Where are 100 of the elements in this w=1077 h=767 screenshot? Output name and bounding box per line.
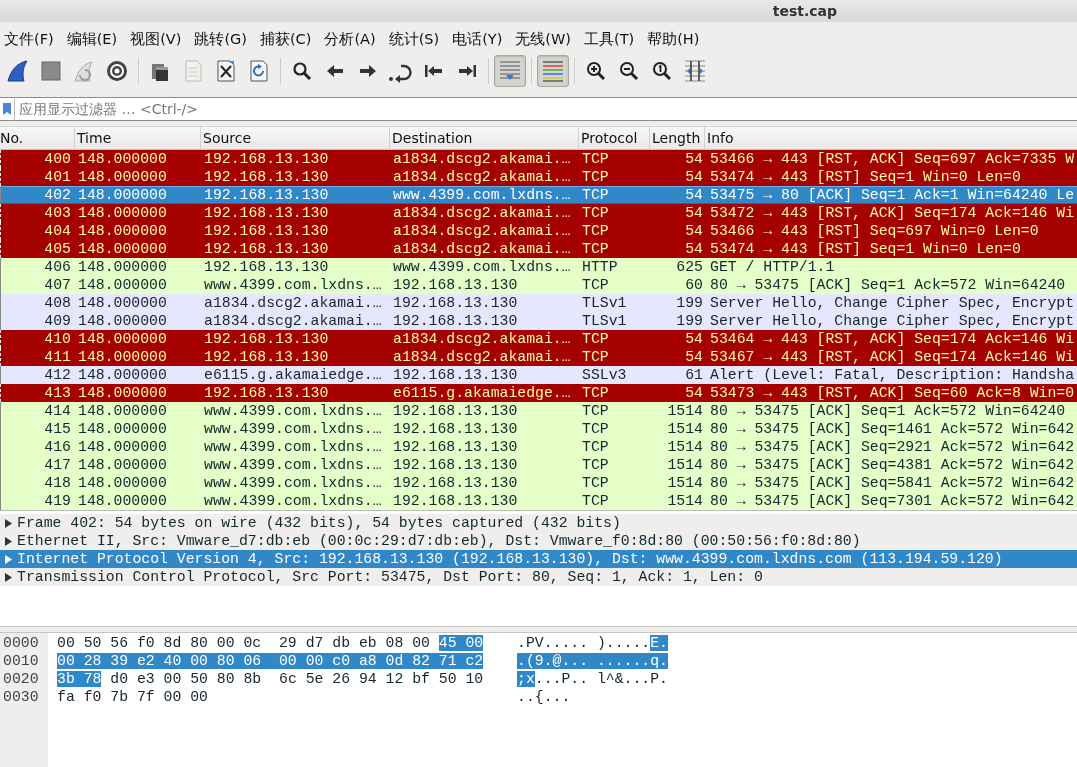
packet-row[interactable]: 408 148.000000 a1834.dscg2.akamai.… 192.168.13.130 TLSv1 199 Server Hello, Change Cipher Spec, Encrypt: [0, 294, 1077, 312]
table-cell-text: Server Hello, Change Cipher Spec, Encrypt: [709, 312, 1076, 330]
tree-item-text: Ethernet II, Src: Vmware_d7:db:eb (00:0c:29:d7:db:eb), Dst: Vmware_f0:8d:80 (00:50:56:f0:8d:80): [17, 533, 861, 549]
menu-item[interactable]: 统计(S): [383, 29, 448, 49]
packet-row[interactable]: 404 148.000000 192.168.13.130 a1834.dscg2.akamai.… TCP 54 53466 → 443 [RST] Seq=697 Win=0 Len=0: [0, 222, 1077, 240]
ascii-text: E.: [650, 635, 668, 651]
menu-item[interactable]: 工具(T): [579, 29, 643, 49]
offset-label: 0000: [2, 634, 40, 652]
table-cell-text: 417: [43, 456, 72, 474]
filter-field[interactable]: 应用显示过滤器 … <Ctrl-/>: [15, 97, 1077, 121]
tree-item[interactable]: Ethernet II, Src: Vmware_d7:db:eb (00:0c:29:d7:db:eb), Dst: Vmware_f0:8d:80 (00:50:56:f0:8d:80): [0, 532, 1077, 550]
column-header[interactable]: Length: [650, 127, 705, 149]
packet-row[interactable]: 402 148.000000 192.168.13.130 www.4399.com.lxdns.… TCP 54 53475 → 80 [ACK] Seq=1 Ack=1 Win=64240 Le: [0, 186, 1077, 204]
tree-item[interactable]: Transmission Control Protocol, Src Port: 53475, Dst Port: 80, Seq: 1, Ack: 1, Len: 0: [0, 568, 1077, 586]
packet-row[interactable]: 409 148.000000 a1834.dscg2.akamai.… 192.168.13.130 TLSv1 199 Server Hello, Change Cipher Spec, Encrypt: [0, 312, 1077, 330]
table-cell-text: 148.000000: [77, 312, 168, 330]
column-header[interactable]: Time: [75, 127, 201, 149]
splitter-handle[interactable]: [0, 626, 1077, 633]
column-header[interactable]: Protocol: [579, 127, 650, 149]
table-cell-text: 192.168.13.130: [203, 330, 330, 348]
expand-triangle-icon[interactable]: [5, 572, 12, 582]
packet-row[interactable]: 412 148.000000 e6115.g.akamaiedge.… 192.168.13.130 SSLv3 61 Alert (Level: Fatal, Description: Handsha: [0, 366, 1077, 384]
table-cell-text: SSLv3: [581, 366, 628, 384]
table-cell-text: 148.000000: [77, 204, 168, 222]
packet-row[interactable]: 416 148.000000 www.4399.com.lxdns.… 192.168.13.130 TCP 1514 80 → 53475 [ACK] Seq=2921 Ack=572 Win=642: [0, 438, 1077, 456]
column-header[interactable]: Info: [705, 127, 1077, 149]
table-cell-text: 1514: [666, 420, 704, 438]
table-cell-text: 80 → 53475 [ACK] Seq=1 Ack=572 Win=64240: [709, 402, 1067, 420]
tree-item[interactable]: Internet Protocol Version 4, Src: 192.168.13.130 (192.168.13.130), Dst: www.4399.com.lxdns.com (113.194.59.120): [0, 550, 1077, 568]
table-cell-text: TCP: [581, 474, 610, 492]
table-cell-text: 403: [43, 204, 72, 222]
menu-item[interactable]: 无线(W): [510, 29, 579, 49]
column-header[interactable]: Destination: [390, 127, 579, 149]
table-cell-text: 80 → 53475 [ACK] Seq=2921 Ack=572 Win=642: [709, 438, 1076, 456]
packet-row[interactable]: 419 148.000000 www.4399.com.lxdns.… 192.168.13.130 TCP 1514 80 → 53475 [ACK] Seq=7301 Ack=572 Win=642: [0, 492, 1077, 510]
menu-item[interactable]: 视图(V): [125, 29, 190, 49]
offset-label: 0020: [2, 670, 40, 688]
menu-item[interactable]: 编辑(E): [61, 29, 126, 49]
packet-row[interactable]: 403 148.000000 192.168.13.130 a1834.dscg2.akamai.… TCP 54 53472 → 443 [RST, ACK] Seq=174 Ack=146 Wi: [0, 204, 1077, 222]
packet-row[interactable]: 401 148.000000 192.168.13.130 a1834.dscg2.akamai.… TCP 54 53474 → 443 [RST] Seq=1 Win=0 Len=0: [0, 168, 1077, 186]
table-cell-text: TCP: [581, 330, 610, 348]
menu-item[interactable]: 捕获(C): [254, 29, 320, 49]
table-cell-text: www.4399.com.lxdns.…: [203, 438, 383, 456]
bookmark-icon[interactable]: [3, 103, 11, 115]
table-cell-text: 409: [43, 312, 72, 330]
packet-row[interactable]: 411 148.000000 192.168.13.130 a1834.dscg2.akamai.… TCP 54 53467 → 443 [RST, ACK] Seq=174 Ack=146 Wi: [0, 348, 1077, 366]
packet-row[interactable]: 410 148.000000 192.168.13.130 a1834.dscg2.akamai.… TCP 54 53464 → 443 [RST, ACK] Seq=174 Ack=146 Wi: [0, 330, 1077, 348]
expand-triangle-icon[interactable]: [5, 518, 12, 528]
table-cell-text: 53474 → 443 [RST] Seq=1 Win=0 Len=0: [709, 168, 1022, 186]
packet-row[interactable]: 406 148.000000 192.168.13.130 www.4399.com.lxdns.… HTTP 625 GET / HTTP/1.1: [0, 258, 1077, 276]
column-header[interactable]: No.: [0, 127, 75, 149]
table-cell-text: 54: [684, 222, 704, 240]
table-cell-text: 80 → 53475 [ACK] Seq=7301 Ack=572 Win=642: [709, 492, 1076, 510]
menu-item[interactable]: 帮助(H): [642, 29, 708, 49]
table-cell-text: 192.168.13.130: [392, 276, 519, 294]
table-cell-text: 406: [43, 258, 72, 276]
tree-item[interactable]: Frame 402: 54 bytes on wire (432 bits), 54 bytes captured (432 bits): [0, 514, 1077, 532]
packet-row[interactable]: 418 148.000000 www.4399.com.lxdns.… 192.168.13.130 TCP 1514 80 → 53475 [ACK] Seq=5841 Ack=572 Win=642: [0, 474, 1077, 492]
table-cell-text: 402: [43, 187, 72, 203]
expand-triangle-icon[interactable]: [5, 536, 12, 546]
table-cell-text: 148.000000: [77, 348, 168, 366]
table-cell-text: 192.168.13.130: [203, 348, 330, 366]
table-cell-text: 192.168.13.130: [392, 456, 519, 474]
table-cell-text: 192.168.13.130: [392, 492, 519, 510]
packet-row[interactable]: 400 148.000000 192.168.13.130 a1834.dscg2.akamai.… TCP 54 53466 → 443 [RST, ACK] Seq=697 Ack=7335 W: [0, 150, 1077, 168]
menu-item[interactable]: 跳转(G): [189, 29, 255, 49]
table-cell-text: 192.168.13.130: [203, 168, 330, 186]
packet-row[interactable]: 414 148.000000 www.4399.com.lxdns.… 192.168.13.130 TCP 1514 80 → 53475 [ACK] Seq=1 Ack=572 Win=64240: [0, 402, 1077, 420]
packet-row[interactable]: 415 148.000000 www.4399.com.lxdns.… 192.168.13.130 TCP 1514 80 → 53475 [ACK] Seq=1461 Ack=572 Win=642: [0, 420, 1077, 438]
table-cell-text: TCP: [581, 276, 610, 294]
table-cell-text: 61: [684, 366, 704, 384]
menu-item[interactable]: 分析(A): [319, 29, 384, 49]
table-cell-text: 411: [43, 348, 72, 366]
menu-item[interactable]: 文件(F): [2, 29, 62, 49]
table-cell-text: e6115.g.akamaiedge.…: [203, 366, 383, 384]
table-cell-text: 80 → 53475 [ACK] Seq=4381 Ack=572 Win=642: [709, 456, 1076, 474]
table-cell-text: 192.168.13.130: [392, 438, 519, 456]
table-cell-text: www.4399.com.lxdns.…: [392, 187, 572, 203]
table-cell-text: 54: [684, 204, 704, 222]
table-cell-text: 199: [675, 294, 704, 312]
table-cell-text: www.4399.com.lxdns.…: [203, 456, 383, 474]
table-cell-text: 418: [43, 474, 72, 492]
table-cell-text: 53472 → 443 [RST, ACK] Seq=174 Ack=146 Wi: [709, 204, 1076, 222]
table-cell-text: 148.000000: [77, 438, 168, 456]
menu-item[interactable]: 电话(Y): [447, 29, 511, 49]
table-cell-text: 148.000000: [77, 276, 168, 294]
packet-row[interactable]: 407 148.000000 www.4399.com.lxdns.… 192.168.13.130 TCP 60 80 → 53475 [ACK] Seq=1 Ack=572 Win=64240: [0, 276, 1077, 294]
table-cell-text: 148.000000: [77, 222, 168, 240]
table-cell-text: a1834.dscg2.akamai.…: [203, 312, 383, 330]
shark-fin-icon: [5, 58, 31, 84]
packet-row[interactable]: 413 148.000000 192.168.13.130 e6115.g.akamaiedge.… TCP 54 53473 → 443 [RST, ACK] Seq=60 Ack=8 Win=0: [0, 384, 1077, 402]
table-cell-text: TCP: [581, 150, 610, 168]
packet-row[interactable]: 405 148.000000 192.168.13.130 a1834.dscg2.akamai.… TCP 54 53474 → 443 [RST] Seq=1 Win=0 Len=0: [0, 240, 1077, 258]
table-cell-text: 192.168.13.130: [392, 420, 519, 438]
tree-item-text: Internet Protocol Version 4, Src: 192.168.13.130 (192.168.13.130), Dst: www.4399.com.lxdns.com (113.194.59.120): [17, 551, 1003, 567]
table-cell-text: 410: [43, 330, 72, 348]
packet-row[interactable]: 417 148.000000 www.4399.com.lxdns.… 192.168.13.130 TCP 1514 80 → 53475 [ACK] Seq=4381 Ack=572 Win=642: [0, 456, 1077, 474]
table-cell-text: www.4399.com.lxdns.…: [203, 492, 383, 510]
table-cell-text: 192.168.13.130: [392, 402, 519, 420]
column-header[interactable]: Source: [201, 127, 390, 149]
